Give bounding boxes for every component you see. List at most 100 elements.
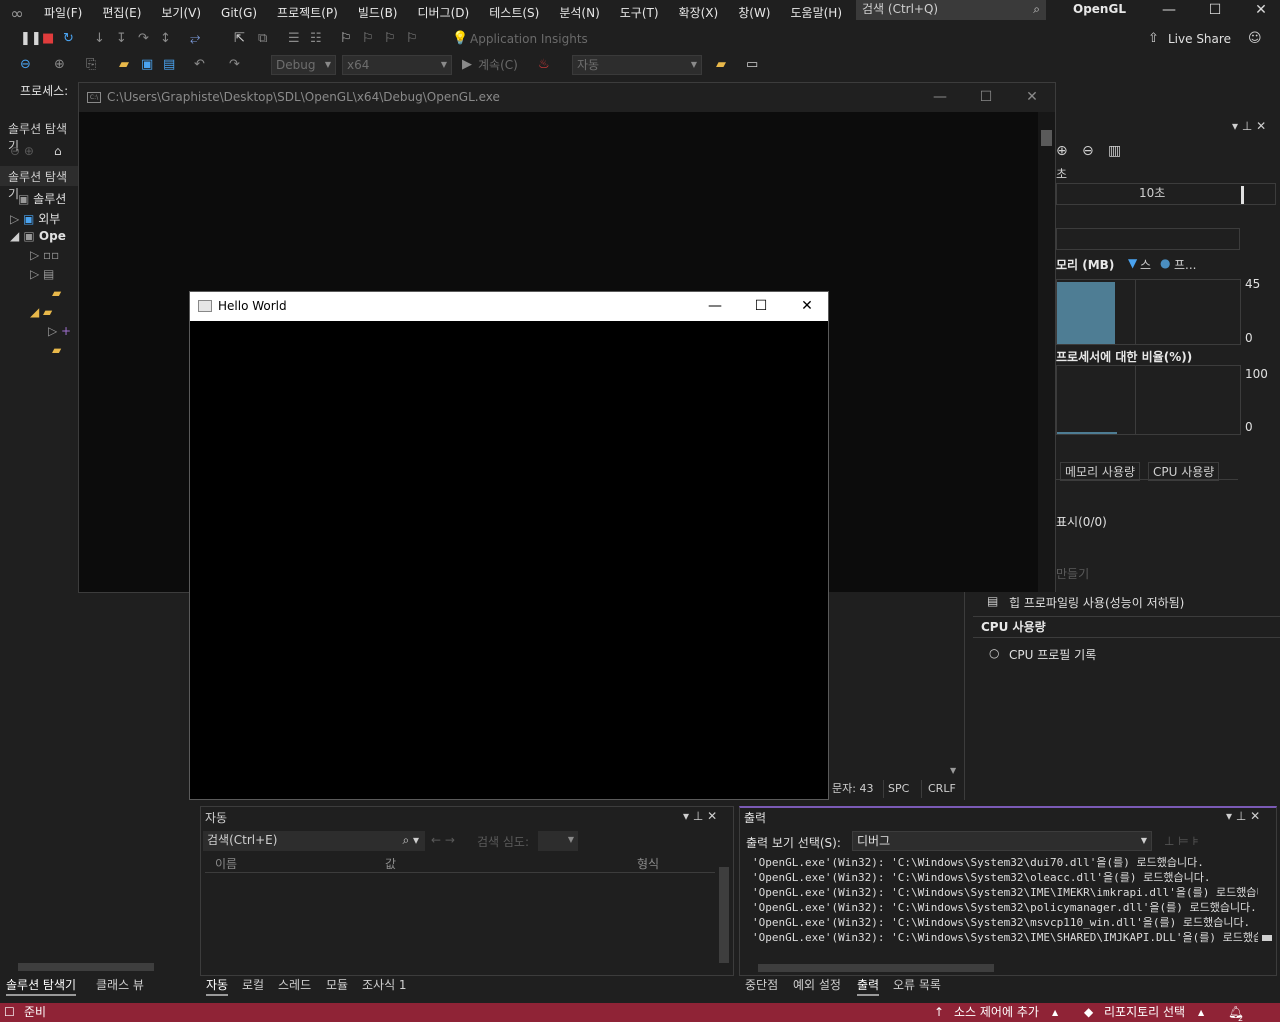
save-all-icon[interactable]: ▤ [163,56,175,74]
forward-icon[interactable]: ⊕ [54,56,65,74]
autos-search-input[interactable]: 검색(Ctrl+E) ⌕ ▾ [203,831,425,851]
app-insights-button[interactable]: Application Insights [470,30,588,48]
tab-output[interactable]: 출력 [857,976,880,996]
step-over-icon[interactable]: ↧ [116,30,127,48]
minimize-button[interactable]: — [1146,0,1192,22]
maximize-button[interactable]: ☐ [1192,0,1238,22]
restart-icon[interactable]: ↻ [63,30,74,48]
col-type[interactable]: 형식 [637,855,659,872]
back-icon[interactable]: ⊖ [20,56,31,74]
hot-reload-flame-icon[interactable]: ♨ [538,56,550,74]
output-vscroll[interactable] [1260,855,1274,963]
scroll-down-icon[interactable]: ▼ [950,766,956,775]
hello-close-button[interactable]: ✕ [784,292,830,321]
tree-source-folder[interactable]: ◢ ▰ [30,305,52,319]
redo-icon[interactable]: ↷ [229,56,240,74]
output-text[interactable]: 'OpenGL.exe'(Win32): 'C:\Windows\System3… [752,855,1258,955]
visual-studio-logo-icon[interactable]: ∞ [0,0,34,26]
folder-icon[interactable]: ▰ [716,56,726,74]
continue-button[interactable]: 계속(C) [478,56,518,74]
console-maximize-button[interactable]: ☐ [963,83,1009,112]
cpu-chart[interactable] [1056,365,1241,435]
console-scrollbar[interactable] [1038,112,1055,592]
menu-extensions[interactable]: 확장(X) [669,4,729,22]
tab-breakpoints[interactable]: 중단점 [745,976,778,994]
tab-memory-usage[interactable]: 메모리 사용량 [1060,462,1141,481]
solution-explorer-search[interactable]: 솔루션 탐색기 [0,166,78,201]
menu-window[interactable]: 창(W) [728,4,780,22]
tree-solution[interactable]: ▣ 솔루션 [18,190,66,207]
tree-references[interactable]: ▷ ▫▫ [30,248,59,262]
menu-test[interactable]: 테스트(S) [479,4,549,22]
panel-options-icons[interactable]: ▾ ⊥ ✕ [1226,809,1260,823]
tab-class-view[interactable]: 클래스 뷰 [96,976,144,994]
menu-analyze[interactable]: 분석(N) [549,4,609,22]
timeline-cursor[interactable] [1241,186,1244,204]
tab-error-list[interactable]: 오류 목록 [893,976,941,994]
menu-debug[interactable]: 디버그(D) [408,4,480,22]
output-hscroll[interactable] [744,962,1254,974]
menu-tools[interactable]: 도구(T) [610,4,669,22]
console-titlebar[interactable]: C:\ C:\Users\Graphiste\Desktop\SDL\OpenG… [79,83,1055,112]
take-snapshot-button[interactable]: 만들기 [1056,565,1089,582]
timeline-ruler[interactable]: 10초 [1056,183,1276,205]
clear-bookmark-icon[interactable]: ⚐ [406,30,418,48]
col-value[interactable]: 값 [385,855,396,872]
open-folder-icon[interactable]: ▰ [119,56,129,74]
undo-icon[interactable]: ↶ [194,56,205,74]
hello-titlebar[interactable]: Hello World — ☐ ✕ [190,292,828,321]
scrollbar-thumb[interactable] [18,963,154,971]
new-project-icon[interactable]: ⎘ [86,56,96,74]
stop-icon[interactable]: ■ [42,30,54,48]
search-depth-select[interactable]: ▼ [538,831,578,851]
tree-project[interactable]: ◢ ▣ Ope [10,229,66,243]
console-minimize-button[interactable]: — [917,83,963,112]
folder-icon[interactable]: ▰ [52,343,61,357]
hello-maximize-button[interactable]: ☐ [738,292,784,321]
menu-file[interactable]: 파일(F) [34,4,92,22]
left-hscroll[interactable] [0,960,192,974]
menu-edit[interactable]: 편집(E) [92,4,151,22]
close-button[interactable]: ✕ [1238,0,1280,22]
layout-icon[interactable]: ▭ [746,56,758,74]
cpu-record-button[interactable]: CPU 프로필 기록 [1009,646,1096,663]
tab-modules[interactable]: 모듈 [326,976,348,994]
tab-watch[interactable]: 조사식 1 [362,976,407,994]
chart-icon[interactable]: ▥ [1108,143,1121,159]
config-select[interactable]: Debug ▼ [271,55,336,75]
nav-arrows-icon[interactable]: ← → [431,833,455,847]
tab-solution-explorer[interactable]: 솔루션 탐색기 [6,976,77,996]
save-icon[interactable]: ▣ [141,56,153,74]
tree-external-deps[interactable]: ▷ ▤ [30,267,54,281]
heap-profiling-toggle[interactable]: 힙 프로파일링 사용(성능이 저하됨) [1009,594,1184,611]
menu-help[interactable]: 도움말(H) [781,4,853,22]
cursor-select-icon[interactable]: ⇱ [234,30,245,48]
comment-icon[interactable]: ☰ [288,30,300,48]
scrollbar-thumb[interactable] [758,964,994,972]
hot-reload-icon[interactable]: ⥂ [190,30,200,48]
console-close-button[interactable]: ✕ [1009,83,1055,112]
step-into-icon[interactable]: ↓ [94,30,105,48]
bookmark-icon[interactable]: ⚐ [340,30,352,48]
tab-autos[interactable]: 자동 [206,976,229,996]
panel-options-icons[interactable]: ▾ ⊥ ✕ [1232,119,1266,133]
thread-icon[interactable]: ⧉ [258,30,267,48]
tree-external[interactable]: ▷ ▣ 외부 [10,210,60,227]
search-input[interactable]: 검색 (Ctrl+Q) ⌕ [856,0,1046,20]
output-toolbar-icons[interactable]: ⊥ ⊨ ⊧ [1164,834,1199,848]
back-icon[interactable]: ⊖ ⊕ [10,144,34,158]
uncomment-icon[interactable]: ☷ [310,30,322,48]
scrollbar-thumb[interactable] [719,867,729,963]
prev-bookmark-icon[interactable]: ⚐ [362,30,374,48]
add-to-source-control[interactable]: 소스 제어에 추가 [954,1003,1039,1022]
crlf-indicator[interactable]: CRLF [921,780,962,798]
hello-minimize-button[interactable]: — [692,292,738,321]
select-repository[interactable]: 리포지토리 선택 [1104,1003,1185,1022]
hello-world-window[interactable]: Hello World — ☐ ✕ [189,291,829,800]
menu-git[interactable]: Git(G) [211,4,267,22]
step-out-icon[interactable]: ↷ [138,30,149,48]
tab-locals[interactable]: 로컬 [242,976,264,994]
pause-icon[interactable]: ❚❚ [20,30,42,48]
col-name[interactable]: 이름 [215,855,237,872]
platform-select[interactable]: x64 ▼ [342,55,452,75]
